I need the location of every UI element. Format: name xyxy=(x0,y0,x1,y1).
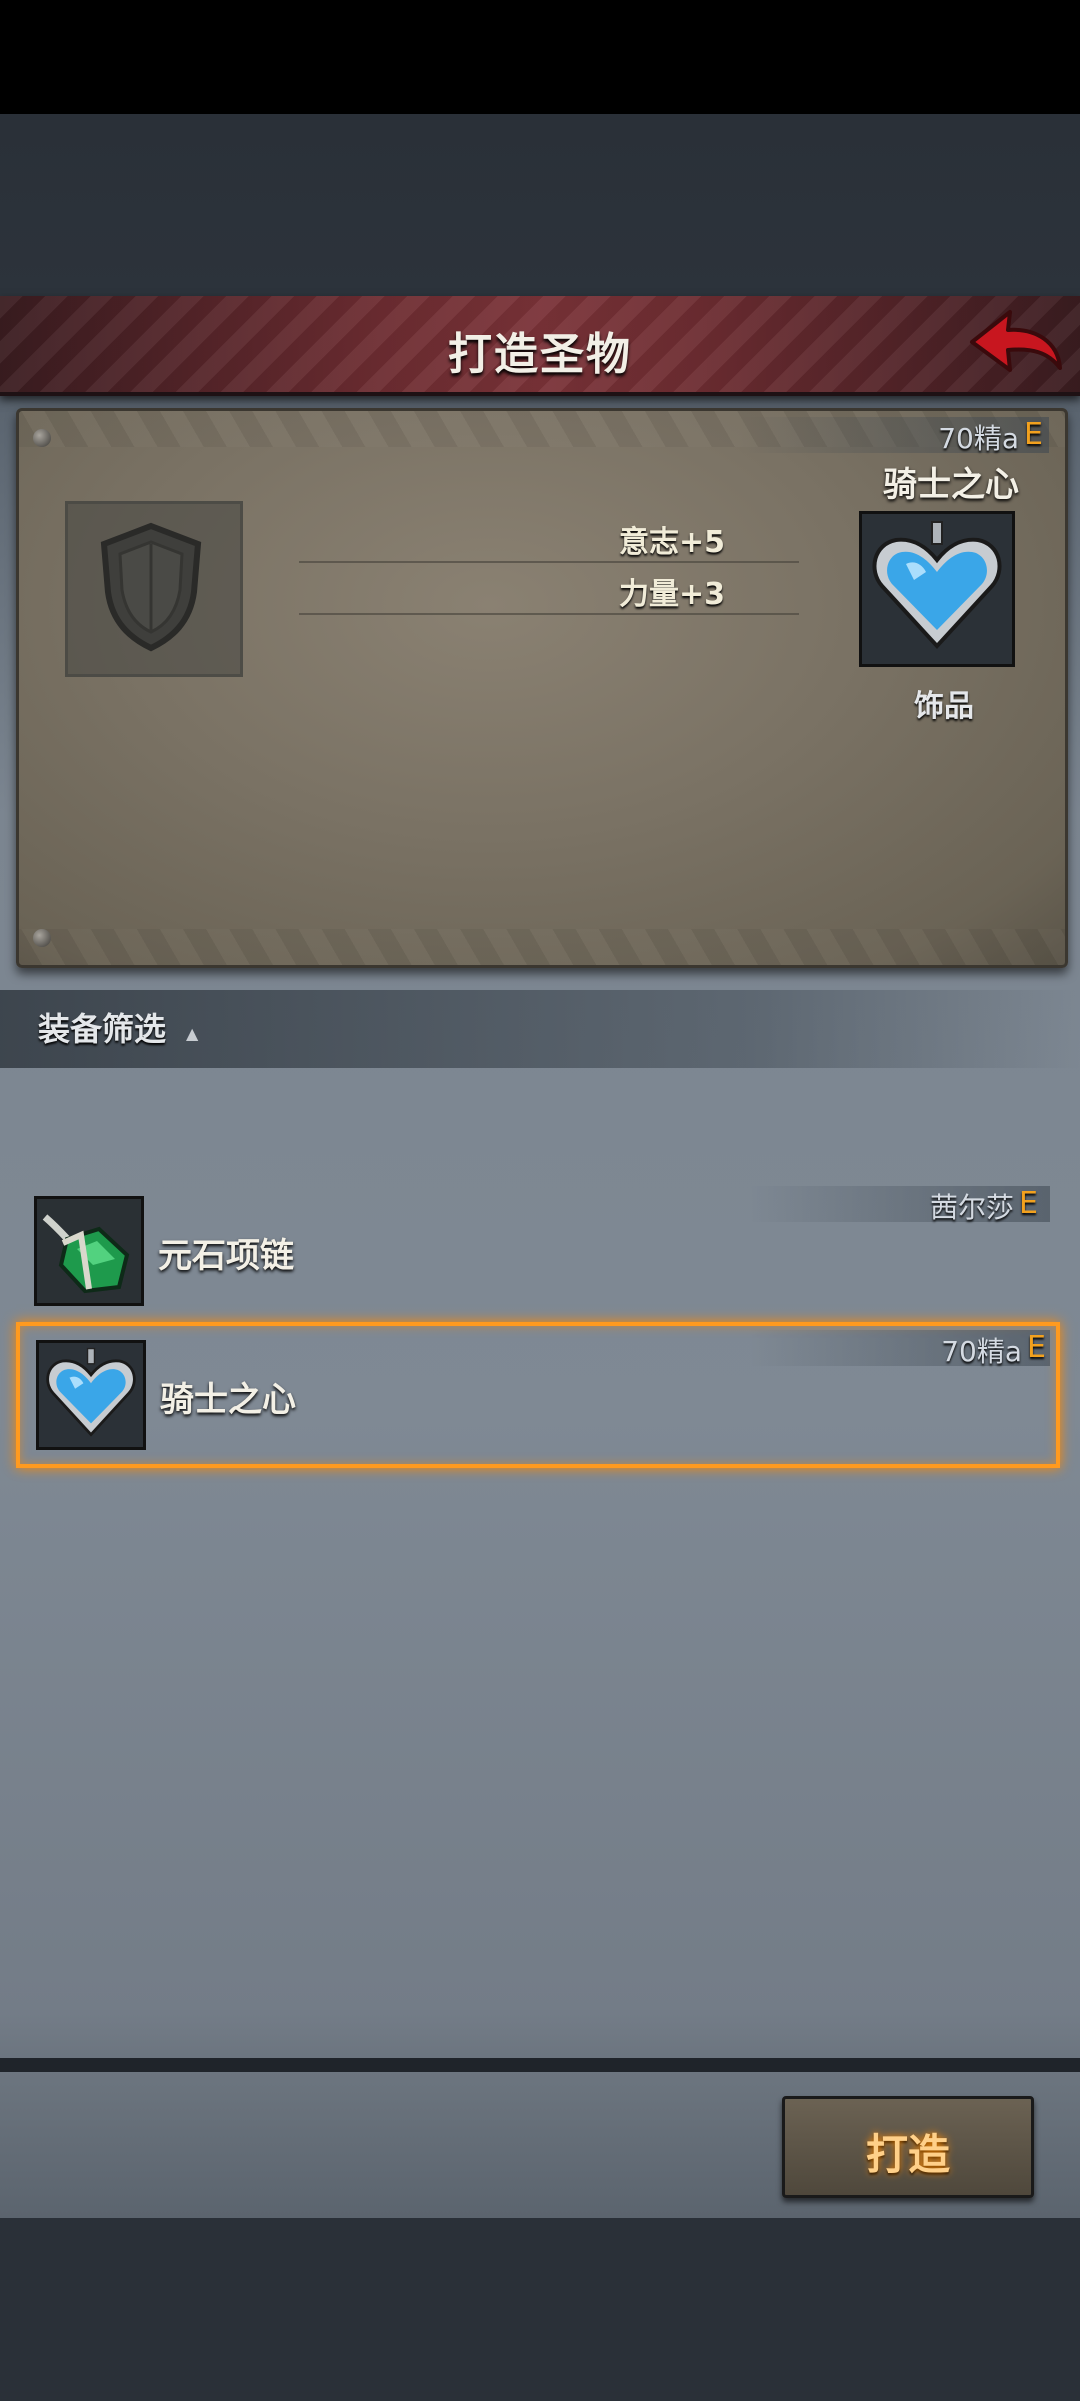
forge-button-label: 打造 xyxy=(865,2130,950,2179)
header-bar: 打造圣物 xyxy=(0,296,1080,396)
preview-item-name: 骑士之心 xyxy=(883,465,1019,505)
back-arrow-icon[interactable] xyxy=(966,306,1066,382)
list-item[interactable]: 茜尔莎 E 元石项链 xyxy=(20,1186,1050,1316)
footer-area xyxy=(0,2218,1080,2401)
heart-pendant-icon xyxy=(862,514,1012,664)
caret-up-icon: ▲ xyxy=(186,1024,199,1043)
heart-pendant-icon xyxy=(39,1343,143,1447)
preview-panel: 意志+5 力量+3 70精a E 骑士之心 饰品 xyxy=(16,408,1068,968)
stat-strength: 力量+3 xyxy=(618,577,725,612)
item-level-tag: 70精a xyxy=(941,1335,1022,1368)
forge-button[interactable]: 打造 xyxy=(782,2096,1034,2198)
preview-level: 70精a xyxy=(938,422,1019,455)
empty-slot[interactable] xyxy=(65,501,243,677)
item-grade: E xyxy=(1019,1186,1038,1221)
preview-item-type: 饰品 xyxy=(914,689,974,724)
item-icon-frame xyxy=(34,1196,144,1306)
item-name: 元石项链 xyxy=(158,1236,294,1276)
rivet-icon xyxy=(33,429,51,447)
status-bar-area xyxy=(0,0,1080,114)
filter-label: 装备筛选 xyxy=(38,1010,167,1048)
item-icon-frame xyxy=(36,1340,146,1450)
item-owner-tag: 茜尔莎 xyxy=(929,1191,1014,1224)
preview-grade: E xyxy=(1024,417,1043,452)
green-crystal-necklace-icon xyxy=(37,1199,141,1303)
stat-will: 意志+5 xyxy=(618,525,725,560)
preview-item-icon-frame xyxy=(859,511,1015,667)
item-name: 骑士之心 xyxy=(160,1380,296,1420)
shield-icon xyxy=(100,522,202,652)
divider xyxy=(0,2058,1080,2072)
rivet-icon xyxy=(33,929,51,947)
list-item-selected[interactable]: 70精a E 骑士之心 xyxy=(16,1322,1060,1468)
equipment-filter[interactable]: 装备筛选 ▲ xyxy=(0,990,1080,1068)
item-grade: E xyxy=(1027,1330,1046,1365)
page-title: 打造圣物 xyxy=(448,329,632,380)
